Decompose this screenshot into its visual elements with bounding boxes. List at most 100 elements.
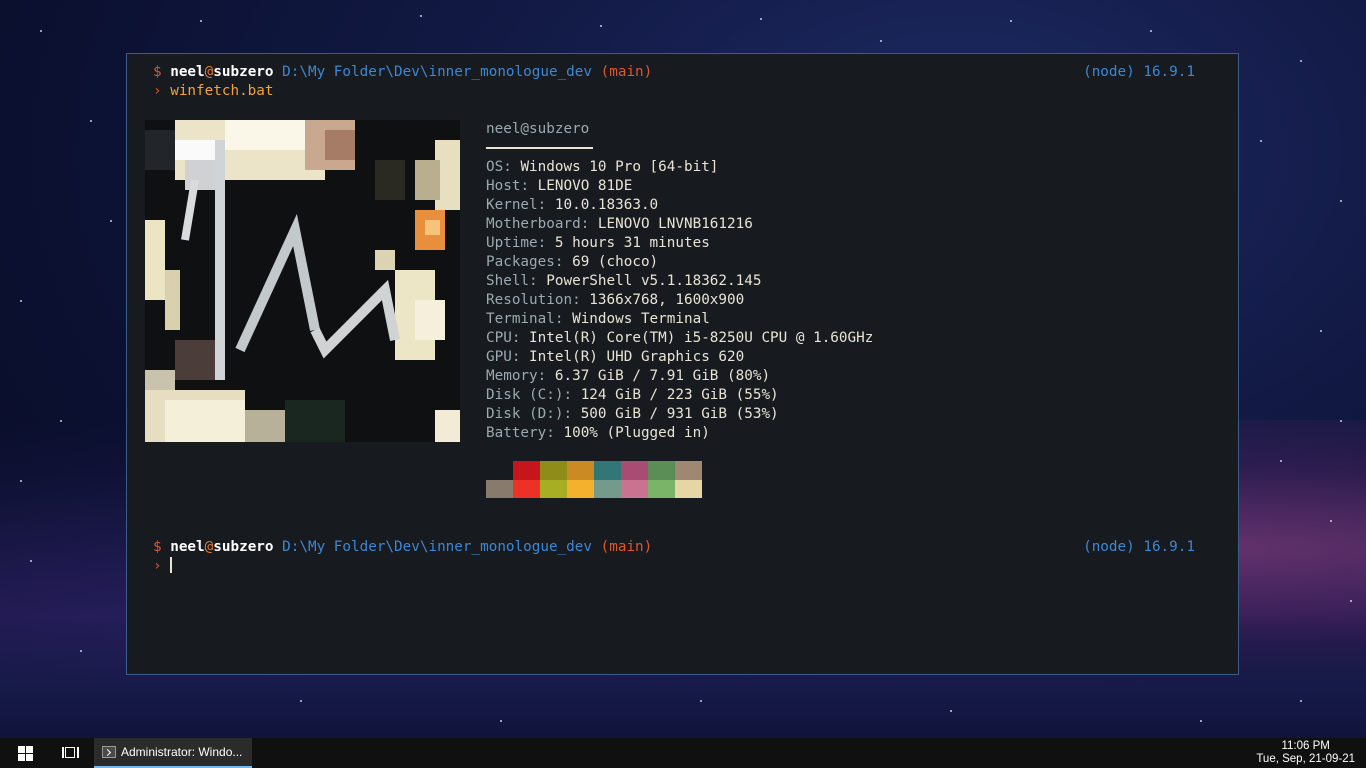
prompt-line-2: $ neel@subzero D:\My Folder\Dev\inner_mo…	[153, 538, 652, 557]
task-view-button[interactable]	[50, 738, 94, 768]
terminal-window[interactable]: $ neel@subzero D:\My Folder\Dev\inner_mo…	[126, 53, 1239, 675]
info-row: Packages: 69 (choco)	[486, 254, 659, 270]
system-info-panel: neel@subzero OS: Windows 10 Pro [64-bit]…	[486, 120, 873, 443]
prompt-path: D:\My Folder\Dev\inner_monologue_dev	[282, 64, 593, 80]
info-label: OS	[486, 159, 504, 175]
palette-swatch	[567, 479, 594, 498]
palette-swatch	[675, 479, 702, 498]
info-label: Battery	[486, 425, 547, 441]
command-line-1: › winfetch.bat	[153, 82, 274, 101]
palette-swatch	[486, 461, 513, 480]
info-row: Shell: PowerShell v5.1.18362.145	[486, 273, 762, 289]
prompt-branch: (main)	[600, 539, 653, 555]
palette-swatch	[567, 461, 594, 480]
prompt-path: D:\My Folder\Dev\inner_monologue_dev	[282, 539, 593, 555]
prompt-arrow: ›	[153, 558, 162, 574]
info-value: PowerShell v5.1.18362.145	[546, 273, 762, 289]
info-row: Kernel: 10.0.18363.0	[486, 197, 659, 213]
info-value: 500 GiB / 931 GiB (53%)	[580, 406, 779, 422]
avatar-pixel-art	[145, 120, 460, 442]
info-label: Resolution	[486, 292, 573, 308]
palette-swatch	[513, 461, 540, 480]
info-label: Motherboard	[486, 216, 581, 232]
palette-swatch	[648, 479, 675, 498]
info-row: GPU: Intel(R) UHD Graphics 620	[486, 349, 745, 365]
winfetch-avatar-image	[145, 120, 460, 442]
info-value: LENOVO LNVNB161216	[597, 216, 753, 232]
palette-swatch	[513, 479, 540, 498]
info-label: Kernel	[486, 197, 538, 213]
prompt-user: neel	[170, 64, 205, 80]
info-value: Windows Terminal	[572, 311, 710, 327]
prompt-dollar: $	[153, 64, 162, 80]
info-value: 6.37 GiB / 7.91 GiB (80%)	[554, 368, 771, 384]
info-row: Host: LENOVO 81DE	[486, 178, 633, 194]
prompt-host: subzero	[213, 539, 274, 555]
command-text: winfetch.bat	[170, 83, 274, 99]
system-clock[interactable]: 11:06 PM Tue, Sep, 21-09-21	[1256, 740, 1355, 766]
info-value: 10.0.18363.0	[554, 197, 659, 213]
palette-swatch	[675, 461, 702, 480]
info-label: Uptime	[486, 235, 538, 251]
info-value: Windows 10 Pro [64-bit]	[520, 159, 719, 175]
userhost-underline	[486, 147, 593, 149]
info-row: Disk (D:): 500 GiB / 931 GiB (53%)	[486, 406, 779, 422]
info-row: OS: Windows 10 Pro [64-bit]	[486, 159, 719, 175]
command-line-2[interactable]: ›	[153, 557, 173, 576]
info-label: Host	[486, 178, 521, 194]
prompt-line-1: $ neel@subzero D:\My Folder\Dev\inner_mo…	[153, 63, 652, 82]
palette-swatch	[648, 461, 675, 480]
palette-swatch	[621, 461, 648, 480]
info-label: GPU	[486, 349, 512, 365]
info-label: Disk (C:)	[486, 387, 564, 403]
info-value: 100% (Plugged in)	[563, 425, 710, 441]
windows-logo-icon	[18, 746, 33, 761]
taskbar: Administrator: Windo... 11:06 PM Tue, Se…	[0, 738, 1366, 768]
taskbar-app-terminal[interactable]: Administrator: Windo...	[94, 738, 252, 768]
info-label: Disk (D:)	[486, 406, 564, 422]
prompt-arrow: ›	[153, 83, 162, 99]
info-row: CPU: Intel(R) Core(TM) i5-8250U CPU @ 1.…	[486, 330, 874, 346]
info-label: Terminal	[486, 311, 555, 327]
prompt-branch: (main)	[600, 64, 653, 80]
info-row: Resolution: 1366x768, 1600x900	[486, 292, 745, 308]
color-palette	[486, 461, 702, 498]
palette-swatch	[540, 479, 567, 498]
info-label: CPU	[486, 330, 512, 346]
info-value: Intel(R) UHD Graphics 620	[529, 349, 745, 365]
taskbar-app-label: Administrator: Windo...	[121, 745, 243, 759]
info-value: 69 (choco)	[572, 254, 659, 270]
prompt-at: @	[204, 64, 214, 80]
info-row: Terminal: Windows Terminal	[486, 311, 710, 327]
info-row: Disk (C:): 124 GiB / 223 GiB (55%)	[486, 387, 779, 403]
info-value: 1366x768, 1600x900	[589, 292, 745, 308]
info-label: Packages	[486, 254, 555, 270]
palette-swatch	[594, 479, 621, 498]
text-cursor	[170, 557, 173, 573]
prompt-user: neel	[170, 539, 205, 555]
prompt-runtime: (node) 16.9.1	[1083, 64, 1195, 80]
info-row: Motherboard: LENOVO LNVNB161216	[486, 216, 753, 232]
start-button[interactable]	[0, 738, 50, 768]
prompt-at: @	[204, 539, 214, 555]
palette-swatch	[594, 461, 621, 480]
prompt-dollar: $	[153, 539, 162, 555]
info-userhost: neel@subzero	[486, 121, 590, 137]
prompt-runtime: (node) 16.9.1	[1083, 539, 1195, 555]
info-value: Intel(R) Core(TM) i5-8250U CPU @ 1.60GHz	[529, 330, 874, 346]
info-label: Memory	[486, 368, 538, 384]
info-row: Uptime: 5 hours 31 minutes	[486, 235, 710, 251]
terminal-icon	[102, 746, 116, 758]
info-value: LENOVO 81DE	[537, 178, 633, 194]
info-value: 124 GiB / 223 GiB (55%)	[580, 387, 779, 403]
palette-swatch	[621, 479, 648, 498]
info-rows: OS: Windows 10 Pro [64-bit] Host: LENOVO …	[486, 158, 873, 443]
info-row: Battery: 100% (Plugged in)	[486, 425, 710, 441]
clock-time: 11:06 PM	[1281, 740, 1330, 752]
clock-date: Tue, Sep, 21-09-21	[1256, 753, 1355, 765]
info-label: Shell	[486, 273, 530, 289]
prompt-host: subzero	[213, 64, 274, 80]
info-row: Memory: 6.37 GiB / 7.91 GiB (80%)	[486, 368, 771, 384]
palette-swatch	[540, 461, 567, 480]
palette-swatch	[486, 479, 513, 498]
